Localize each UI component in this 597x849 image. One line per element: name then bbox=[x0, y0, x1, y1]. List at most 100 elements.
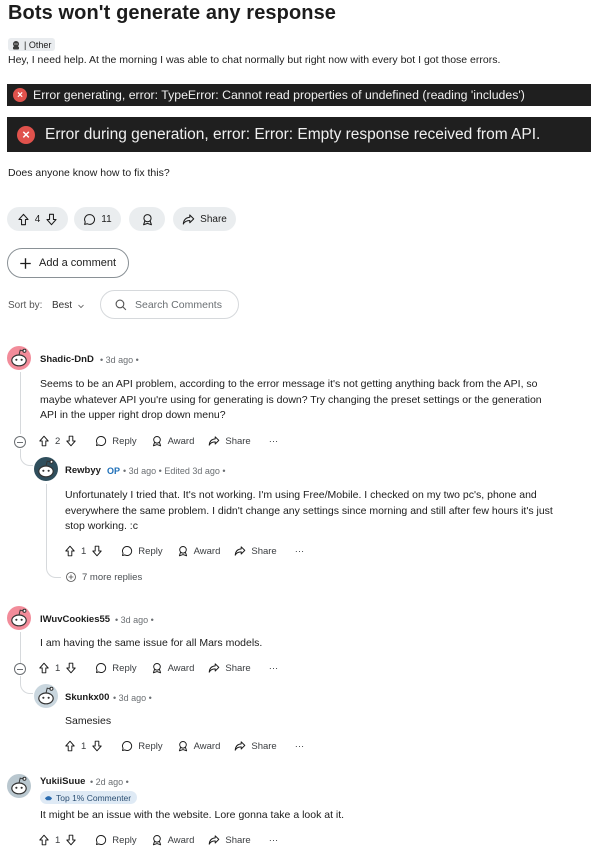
upvote-icon[interactable] bbox=[64, 545, 76, 557]
snoo-avatar-icon bbox=[7, 606, 31, 630]
sort-value: Best bbox=[52, 300, 73, 311]
reply-button[interactable]: Reply bbox=[95, 662, 137, 674]
op-badge: OP bbox=[107, 466, 121, 476]
avatar[interactable] bbox=[34, 684, 58, 708]
comments-button[interactable]: 11 bbox=[74, 207, 121, 231]
error-screenshot-2: × Error during generation, error: Error:… bbox=[7, 117, 591, 152]
comment-meta: • 3d ago • bbox=[113, 693, 152, 703]
vote-count: 1 bbox=[81, 740, 87, 752]
avatar[interactable] bbox=[7, 606, 31, 630]
more-options-button[interactable]: ··· bbox=[269, 663, 279, 674]
share-label: Share bbox=[225, 435, 251, 447]
sort-dropdown[interactable]: Best bbox=[52, 300, 86, 311]
share-icon bbox=[182, 213, 195, 226]
award-icon bbox=[151, 435, 163, 447]
award-button[interactable]: Award bbox=[177, 740, 220, 752]
post-flair[interactable]: | Other bbox=[8, 38, 56, 51]
share-button[interactable]: Share bbox=[208, 662, 251, 674]
comment-author[interactable]: Shadic-DnD bbox=[40, 354, 94, 365]
share-label: Share bbox=[251, 740, 277, 752]
comment-icon bbox=[83, 213, 96, 226]
thread-connector bbox=[20, 455, 33, 466]
chevron-down-icon bbox=[76, 301, 86, 311]
sort-by-label: Sort by: bbox=[8, 300, 43, 311]
comment-text: Samesies bbox=[65, 715, 112, 727]
reply-button[interactable]: Reply bbox=[121, 545, 163, 557]
share-button[interactable]: Share bbox=[234, 545, 277, 557]
more-options-button[interactable]: ··· bbox=[295, 546, 305, 557]
collapse-thread-button[interactable] bbox=[14, 663, 26, 675]
share-button[interactable]: Share bbox=[234, 740, 277, 752]
share-icon bbox=[234, 545, 246, 557]
award-icon bbox=[177, 545, 189, 557]
avatar[interactable] bbox=[7, 346, 31, 370]
search-placeholder: Search Comments bbox=[135, 298, 222, 311]
add-comment-button[interactable]: Add a comment bbox=[7, 248, 129, 278]
comment-meta: • 3d ago • bbox=[115, 615, 154, 625]
comment-author[interactable]: Skunkx00 bbox=[65, 692, 109, 703]
reply-label: Reply bbox=[112, 662, 137, 674]
thread-line bbox=[46, 484, 47, 568]
more-options-button[interactable]: ··· bbox=[269, 436, 279, 447]
avatar[interactable] bbox=[34, 457, 58, 481]
reply-label: Reply bbox=[112, 435, 137, 447]
award-button[interactable] bbox=[129, 207, 165, 231]
vote-count: 1 bbox=[55, 834, 61, 846]
error-x-icon: × bbox=[13, 88, 27, 102]
downvote-icon[interactable] bbox=[91, 545, 103, 557]
plus-icon bbox=[18, 256, 33, 271]
comment-text: It might be an issue with the website. L… bbox=[40, 809, 345, 821]
snoo-avatar-icon bbox=[34, 457, 58, 481]
downvote-icon[interactable] bbox=[65, 435, 77, 447]
comment-author[interactable]: IWuvCookies55 bbox=[40, 614, 110, 625]
thread-line bbox=[20, 372, 21, 434]
downvote-icon[interactable] bbox=[65, 834, 77, 846]
reply-button[interactable]: Reply bbox=[95, 435, 137, 447]
share-icon bbox=[208, 662, 220, 674]
share-label: Share bbox=[225, 834, 251, 846]
avatar[interactable] bbox=[7, 774, 31, 798]
collapse-thread-button[interactable] bbox=[14, 436, 26, 448]
reply-button[interactable]: Reply bbox=[121, 740, 163, 752]
more-options-button[interactable]: ··· bbox=[269, 835, 279, 846]
share-icon bbox=[208, 834, 220, 846]
award-icon bbox=[151, 834, 163, 846]
badge-icon bbox=[44, 796, 53, 801]
comment-icon bbox=[121, 545, 133, 557]
reply-button[interactable]: Reply bbox=[95, 834, 137, 846]
reply-label: Reply bbox=[112, 834, 137, 846]
share-button[interactable]: Share bbox=[208, 435, 251, 447]
upvote-icon[interactable] bbox=[38, 834, 50, 846]
error-screenshot-1: × Error generating, error: TypeError: Ca… bbox=[7, 84, 591, 106]
downvote-icon[interactable] bbox=[65, 662, 77, 674]
share-button[interactable]: Share bbox=[208, 834, 251, 846]
snoo-avatar-icon bbox=[34, 684, 58, 708]
share-label: Share bbox=[225, 662, 251, 674]
more-replies-button[interactable]: 7 more replies bbox=[65, 568, 142, 586]
upvote-icon[interactable] bbox=[17, 213, 30, 226]
post-vote-bar: 4 bbox=[7, 207, 68, 231]
downvote-icon[interactable] bbox=[45, 213, 58, 226]
add-comment-label: Add a comment bbox=[39, 257, 117, 269]
award-button[interactable]: Award bbox=[177, 545, 220, 557]
award-button[interactable]: Award bbox=[151, 834, 194, 846]
snoo-avatar-icon bbox=[7, 346, 31, 370]
error-message-2: Error during generation, error: Error: E… bbox=[45, 125, 541, 143]
award-button[interactable]: Award bbox=[151, 662, 194, 674]
search-icon bbox=[114, 298, 128, 312]
search-comments-input[interactable]: Search Comments bbox=[100, 290, 239, 319]
comment-author[interactable]: Rewbyy bbox=[65, 465, 101, 476]
award-button[interactable]: Award bbox=[151, 435, 194, 447]
upvote-icon[interactable] bbox=[38, 435, 50, 447]
post-title: Bots won't generate any response bbox=[8, 2, 337, 24]
more-options-button[interactable]: ··· bbox=[295, 741, 305, 752]
comment-author[interactable]: YukiiSuue bbox=[40, 776, 85, 787]
upvote-icon[interactable] bbox=[38, 662, 50, 674]
downvote-icon[interactable] bbox=[91, 740, 103, 752]
flair-emoji-icon bbox=[13, 40, 19, 49]
share-button[interactable]: Share bbox=[173, 207, 236, 231]
reply-label: Reply bbox=[138, 545, 163, 557]
comment-icon bbox=[95, 662, 107, 674]
comment-icon bbox=[95, 834, 107, 846]
upvote-icon[interactable] bbox=[64, 740, 76, 752]
